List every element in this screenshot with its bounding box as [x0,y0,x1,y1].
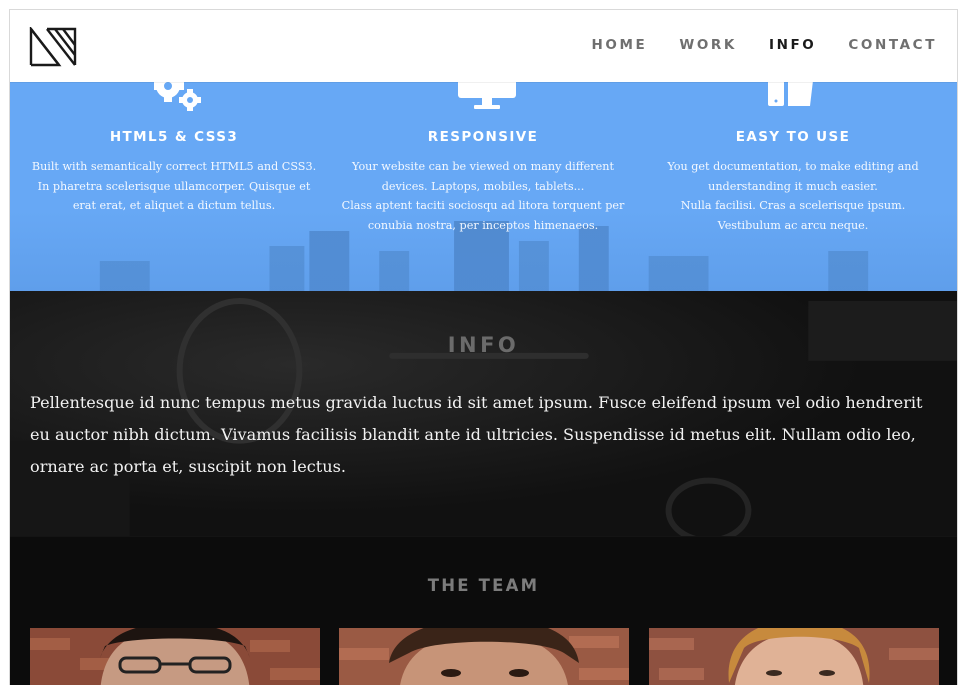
page-frame: HTML5 & CSS3 Built with semantically cor… [9,9,958,685]
feature-description: Your website can be viewed on many diffe… [333,157,633,235]
feature-line: Your website can be viewed on many diffe… [352,160,614,173]
monogram-logo-icon[interactable] [29,27,79,67]
feature-html5-css3: HTML5 & CSS3 Built with semantically cor… [24,129,324,216]
team-section: THE TEAM [10,537,957,685]
nav-contact[interactable]: CONTACT [848,37,937,53]
team-member-photo[interactable] [30,628,320,685]
feature-description: You get documentation, to make editing a… [643,157,943,235]
feature-title: EASY TO USE [735,129,851,145]
feature-line: devices. Laptops, mobiles, tablets... [381,179,585,193]
feature-line: Nulla facilisi. Cras a scelerisque ipsum… [680,199,906,212]
feature-title: HTML5 & CSS3 [109,129,239,145]
team-member-photo[interactable] [649,628,939,685]
nav-home[interactable]: HOME [592,37,648,53]
info-title: INFO [447,333,520,357]
feature-title: RESPONSIVE [427,129,539,145]
feature-line: Class aptent taciti sociosqu ad litora t… [341,199,625,212]
team-title: THE TEAM [427,576,540,595]
feature-description: Built with semantically correct HTML5 an… [24,157,324,216]
feature-line: understanding it much easier. [708,179,878,193]
feature-line: conubia nostra, per inceptos himenaeos. [367,218,599,232]
info-section: INFO Pellentesque id nunc tempus metus g… [10,291,957,537]
feature-line: erat erat, et aliquet a dictum tellus. [72,199,276,212]
site-header: HOME WORK INFO CONTACT [10,10,957,82]
team-member-photo[interactable] [339,628,629,685]
main-nav: HOME WORK INFO CONTACT [592,37,938,53]
feature-responsive: RESPONSIVE Your website can be viewed on… [333,129,633,235]
feature-line: Vestibulum ac arcu neque. [717,218,869,232]
feature-easy-to-use: EASY TO USE You get documentation, to ma… [643,129,943,235]
feature-line: You get documentation, to make editing a… [667,160,919,173]
feature-line: In pharetra scelerisque ullamcorper. Qui… [37,179,311,193]
nav-info[interactable]: INFO [769,37,816,53]
feature-line: Built with semantically correct HTML5 an… [31,160,317,173]
info-body: Pellentesque id nunc tempus metus gravid… [30,393,923,476]
nav-work[interactable]: WORK [679,37,737,53]
